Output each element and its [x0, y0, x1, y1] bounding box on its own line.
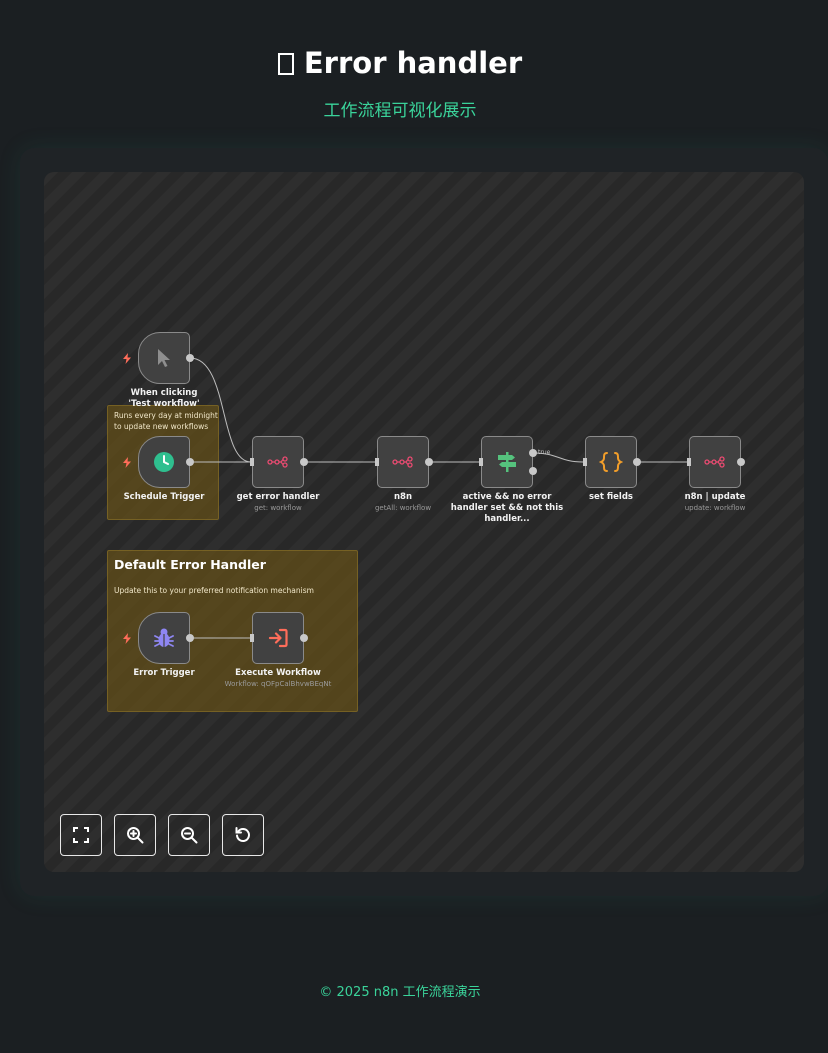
input-port[interactable] [375, 458, 379, 466]
zoom-out-button[interactable] [168, 814, 210, 856]
bug-icon [154, 628, 174, 647]
zoom-in-icon [127, 827, 144, 844]
input-port[interactable] [687, 458, 691, 466]
zoom-in-button[interactable] [114, 814, 156, 856]
node-schedule-trigger[interactable] [138, 436, 194, 488]
signpost-icon [498, 452, 516, 472]
node-set-fields[interactable] [583, 436, 641, 488]
page-subtitle: 工作流程可视化展示 [323, 101, 477, 121]
node-label: get error handler [236, 492, 320, 502]
missing-glyph-icon [277, 53, 294, 75]
trigger-bolt-icon [123, 353, 131, 364]
input-port[interactable] [250, 634, 254, 642]
zoom-out-icon [181, 827, 198, 844]
node-label: Execute Workflow [235, 668, 321, 678]
node-label: n8n | update [684, 492, 746, 502]
undo-icon [235, 827, 250, 842]
output-port[interactable] [186, 458, 194, 466]
enter-icon [268, 628, 288, 648]
n8n-icon [704, 456, 725, 468]
page-title: Error handler [0, 46, 800, 80]
n8n-icon [267, 456, 288, 468]
clock-icon [154, 452, 174, 472]
node-subtitle: Workflow: qOFpCalBhvwBEqNt [224, 680, 332, 688]
output-port[interactable] [300, 458, 308, 466]
output-port[interactable] [425, 458, 433, 466]
cursor-icon [158, 349, 170, 367]
fit-view-button[interactable] [60, 814, 102, 856]
node-n8n-update[interactable] [687, 436, 745, 488]
node-label: When clicking 'Test workflow' [128, 388, 200, 409]
output-port[interactable] [737, 458, 745, 466]
braces-icon [599, 452, 623, 472]
page-footer: © 2025 n8n 工作流程演示 [319, 985, 481, 1000]
input-port[interactable] [583, 458, 587, 466]
output-port-true[interactable] [529, 449, 537, 457]
output-port[interactable] [633, 458, 641, 466]
output-port-false[interactable] [529, 467, 537, 475]
node-subtitle: update: workflow [684, 504, 746, 512]
node-n8n-getall[interactable] [375, 436, 433, 488]
node-execute-workflow[interactable] [250, 612, 308, 664]
edge-manual-to-get [189, 357, 252, 463]
connections [189, 357, 690, 641]
output-port[interactable] [186, 634, 194, 642]
trigger-bolt-icon [123, 633, 131, 644]
input-port[interactable] [479, 458, 483, 466]
input-port[interactable] [250, 458, 254, 466]
node-error-trigger[interactable] [138, 612, 194, 664]
trigger-bolt-icon [123, 457, 131, 468]
node-subtitle: get: workflow [254, 504, 302, 512]
node-filter[interactable] [479, 436, 537, 488]
output-port[interactable] [300, 634, 308, 642]
output-port[interactable] [186, 354, 194, 362]
node-manual-trigger[interactable] [138, 332, 194, 384]
n8n-icon [392, 456, 413, 468]
reset-zoom-button[interactable] [222, 814, 264, 856]
fullscreen-icon [73, 827, 89, 843]
node-get-error-handler[interactable] [250, 436, 308, 488]
workflow-canvas[interactable]: Runs every day at midnight to update new… [44, 172, 804, 872]
branch-true-label: true [538, 449, 551, 456]
